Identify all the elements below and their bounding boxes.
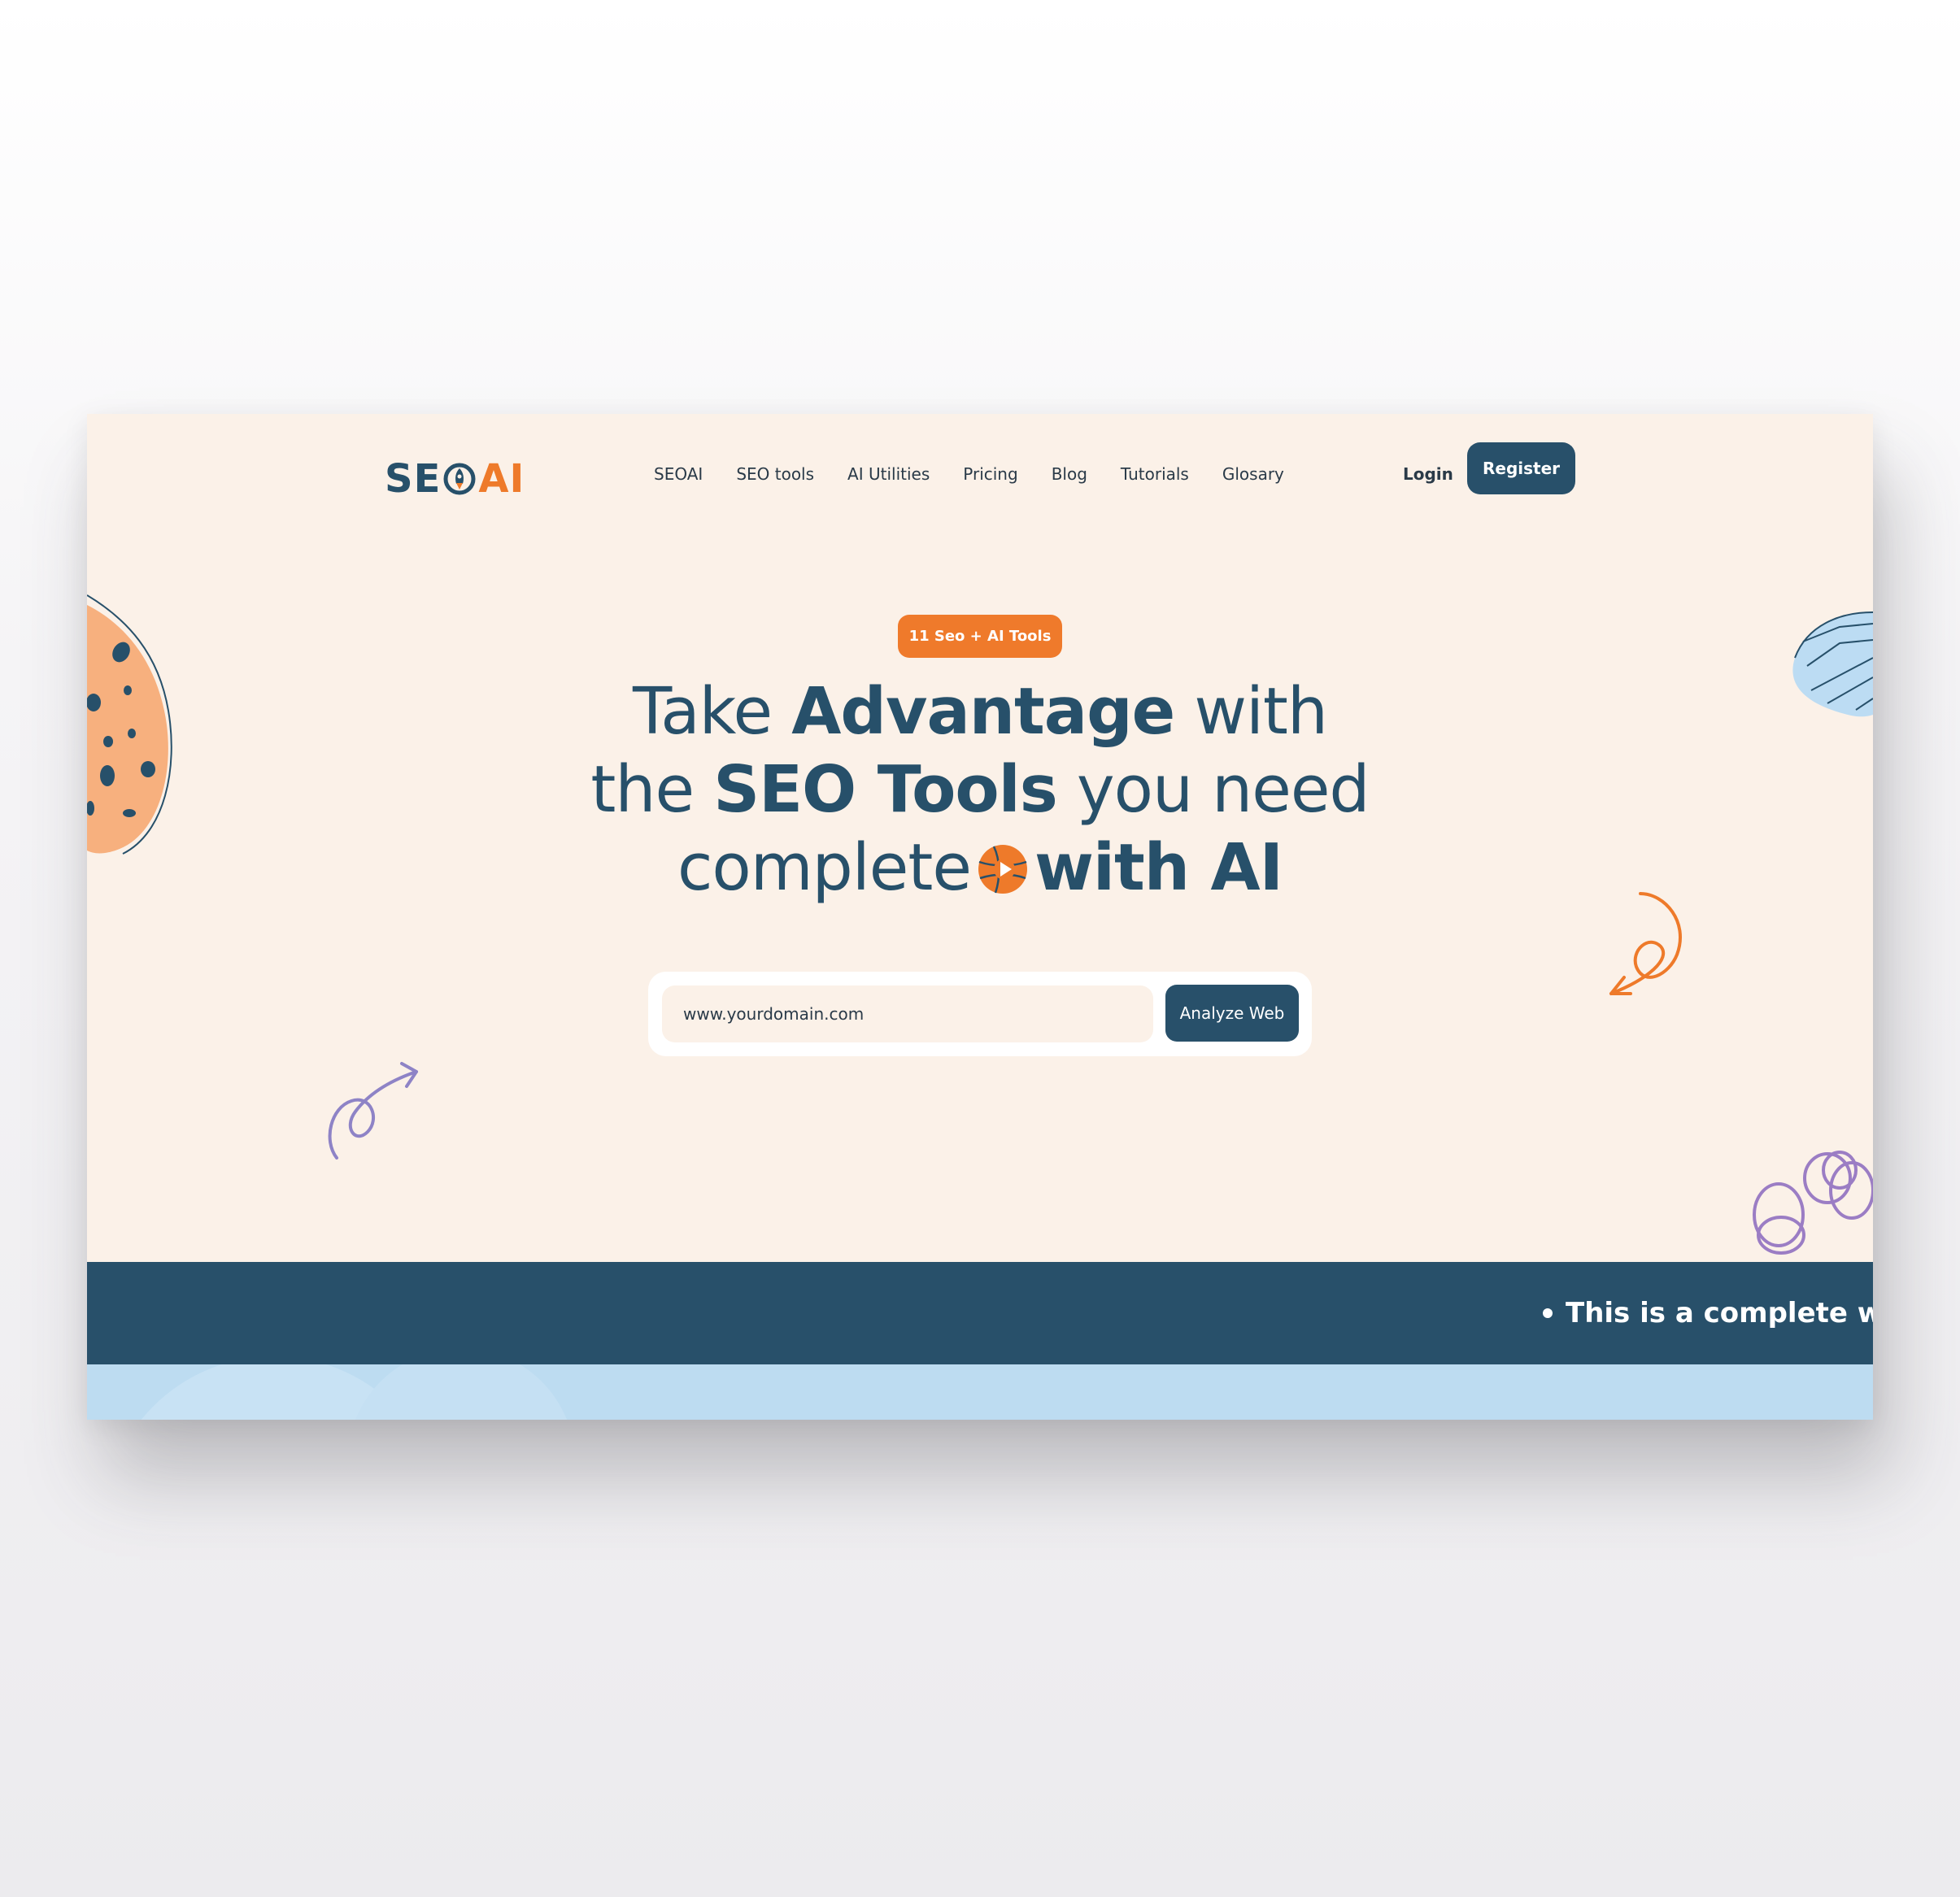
site-logo[interactable]: SE AI [385,446,525,511]
nav-item-seo-tools[interactable]: SEO tools [736,464,814,484]
headline-text: Take [633,674,792,749]
nav-item-tutorials[interactable]: Tutorials [1121,464,1189,484]
nav-item-pricing[interactable]: Pricing [963,464,1017,484]
next-section-preview [87,1364,1873,1420]
orange-swirl-arrow-decoration [1609,892,1682,995]
headline-text: with [1174,674,1328,749]
purple-swirl-arrow-decoration [328,1062,418,1160]
bullet-icon [1543,1308,1553,1318]
website-frame: SE AI SEOAI SEO tools AI Utilities Prici… [87,414,1873,1420]
headline-line-1: Take Advantage with [510,672,1450,751]
domain-search-input[interactable] [662,985,1153,1042]
headline-emphasis: Advantage [791,674,1175,749]
headline-line-2: the SEO Tools you need [510,751,1450,829]
nav-item-blog[interactable]: Blog [1052,464,1087,484]
headline-text: the [590,752,714,827]
blue-striped-blob-decoration [1792,611,1873,717]
nav-item-seoai[interactable]: SEOAI [654,464,703,484]
ticker-item: This is a complete web [1543,1262,1873,1364]
headline-text: you need [1056,752,1370,827]
headline-emphasis: SEO Tools [713,752,1058,827]
analyze-search-card: Analyze Web [648,972,1312,1056]
purple-scribble-decoration [1753,1151,1873,1255]
headline-line-3: complete with AI [510,829,1450,907]
ticker-text: This is a complete web [1566,1297,1873,1329]
rocket-pin-icon [442,462,477,496]
tools-count-badge: 11 Seo + AI Tools [898,615,1062,658]
hero-headline: Take Advantage with the SEO Tools you ne… [510,672,1450,907]
headline-text: complete [677,830,972,905]
analyze-web-button[interactable]: Analyze Web [1165,985,1299,1042]
blue-shapes-decoration [141,1364,567,1420]
nav-item-ai-utilities[interactable]: AI Utilities [847,464,930,484]
logo-text-ai: AI [478,456,525,502]
logo-text-se: SE [385,456,442,502]
play-icon[interactable] [978,833,1028,894]
headline-emphasis: with AI [1034,830,1283,905]
main-nav: SEOAI SEO tools AI Utilities Pricing Blo… [654,450,1318,498]
login-link[interactable]: Login [1403,450,1453,498]
marquee-ticker-bar: This is a complete web [87,1262,1873,1364]
nav-item-glosary[interactable]: Glosary [1222,464,1284,484]
orange-spotted-blob-decoration [87,594,172,855]
register-button[interactable]: Register [1467,442,1575,494]
